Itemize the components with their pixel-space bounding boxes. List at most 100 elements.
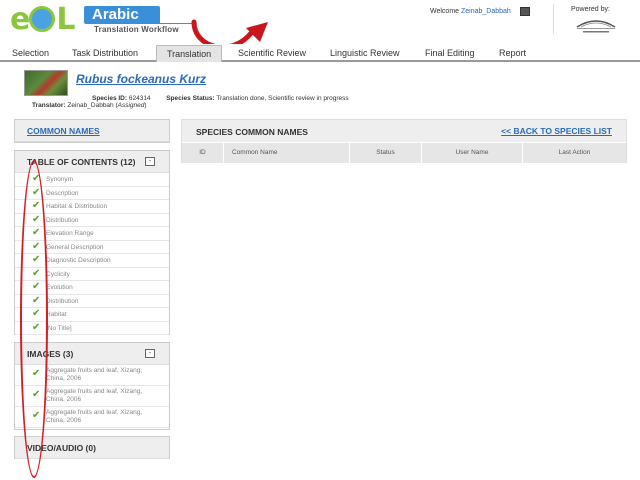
image-caption-line1: Aggregate fruits and leaf, Xizang, bbox=[46, 409, 143, 416]
toc-list: ✔ Synonym ✔ Description ✔ Habitat & Distribut… bbox=[15, 173, 169, 335]
collapse-icon[interactable]: - bbox=[145, 349, 155, 358]
toc-item-label: Cyclicity bbox=[46, 270, 70, 278]
back-to-species-link[interactable]: << BACK TO SPECIES LIST bbox=[501, 126, 612, 136]
image-caption-line1: Aggregate fruits and leaf, Xizang, bbox=[46, 367, 143, 374]
check-icon: ✔ bbox=[32, 321, 41, 333]
table-title: SPECIES COMMON NAMES bbox=[196, 127, 308, 137]
column-header-id[interactable]: ID bbox=[182, 143, 224, 163]
bibalex-logo-icon bbox=[576, 20, 616, 33]
tab-scientific-review[interactable]: Scientific Review bbox=[238, 48, 306, 58]
tab-translation[interactable]: Translation bbox=[156, 45, 223, 62]
toc-item[interactable]: ✔ Habitat bbox=[15, 308, 169, 322]
tab-task-distribution[interactable]: Task Distribution bbox=[72, 48, 138, 58]
toc-item-label: Elevation Range bbox=[46, 230, 94, 237]
welcome-text: Welcome Zeinab_Dabbah bbox=[430, 8, 511, 15]
toc-item-label: Evolution bbox=[46, 284, 73, 291]
logo-subtitle: Translation Workflow bbox=[94, 25, 179, 34]
species-id-label: Species ID: bbox=[92, 95, 128, 102]
toc-item[interactable]: ✔ Cyclicity bbox=[15, 268, 169, 281]
collapse-icon[interactable]: - bbox=[145, 157, 155, 166]
images-panel: IMAGES (3) - ✔ Aggregate fruits and leaf,… bbox=[14, 342, 170, 430]
toc-item[interactable]: ✔ Synonym bbox=[15, 173, 169, 187]
check-icon: ✔ bbox=[32, 173, 41, 184]
check-icon: ✔ bbox=[32, 186, 41, 198]
tab-selection[interactable]: Selection bbox=[12, 48, 49, 58]
images-header: IMAGES (3) - bbox=[15, 343, 169, 365]
toc-header: TABLE OF CONTENTS (12) - bbox=[15, 151, 169, 173]
toc-item[interactable]: ✔ Diagnostic Description bbox=[15, 254, 169, 268]
logo-arabic-label: Arabic bbox=[84, 6, 160, 24]
images-list: ✔ Aggregate fruits and leaf, Xizang, China… bbox=[15, 365, 169, 428]
species-title-link[interactable]: Rubus fockeanus Kurz bbox=[76, 72, 206, 86]
check-icon: ✔ bbox=[32, 227, 41, 238]
check-icon: ✔ bbox=[32, 200, 41, 211]
check-icon: ✔ bbox=[32, 254, 41, 265]
toc-item-label: Habitat & Distribution bbox=[46, 203, 108, 210]
toc-item-label: Habitat bbox=[46, 311, 67, 318]
toc-panel: TABLE OF CONTENTS (12) - ✔ Synonym ✔ Descri… bbox=[14, 150, 170, 335]
species-status-value: Translation done, Scientific review in p… bbox=[216, 95, 349, 102]
image-item[interactable]: ✔ Aggregate fruits and leaf, Xizang, China… bbox=[15, 365, 169, 386]
images-title: IMAGES (3) bbox=[27, 349, 74, 359]
header-divider bbox=[553, 4, 554, 34]
video-header: VIDEO/AUDIO (0) bbox=[15, 437, 169, 459]
translator-state: Assigned bbox=[117, 102, 145, 109]
table-columns: ID Common Name Status User Name Last Act… bbox=[182, 143, 626, 163]
toc-item[interactable]: ✔ Description bbox=[15, 186, 169, 200]
eol-logo[interactable]: eL Arabic Translation Workflow bbox=[10, 2, 200, 38]
column-header-last-action[interactable]: Last Action bbox=[523, 143, 626, 163]
toc-item-label: Distribution bbox=[46, 297, 79, 305]
image-caption-line2: China, 2006 bbox=[46, 375, 82, 382]
common-names-panel: COMMON NAMES bbox=[14, 119, 170, 143]
translator-label: Translator: bbox=[32, 102, 66, 109]
video-panel: VIDEO/AUDIO (0) bbox=[14, 436, 170, 459]
table-header-bar: SPECIES COMMON NAMES << BACK TO SPECIES … bbox=[182, 120, 626, 142]
toc-item[interactable]: ✔ General Description bbox=[15, 240, 169, 254]
common-names-header: COMMON NAMES bbox=[15, 120, 169, 142]
column-header-common-name[interactable]: Common Name bbox=[224, 143, 350, 163]
image-item[interactable]: ✔ Aggregate fruits and leaf, Xizang, China… bbox=[15, 386, 169, 407]
toc-item-label: Distribution bbox=[46, 216, 79, 224]
check-icon: ✔ bbox=[32, 368, 41, 379]
tab-report[interactable]: Report bbox=[499, 48, 526, 58]
check-icon: ✔ bbox=[32, 410, 41, 421]
check-icon: ✔ bbox=[32, 213, 41, 225]
toc-item-label: Synonym bbox=[46, 176, 74, 183]
toc-item[interactable]: ✔ Habitat & Distribution bbox=[15, 200, 169, 214]
toc-item[interactable]: ✔ Distribution bbox=[15, 294, 169, 308]
toc-item-label: [No Title] bbox=[46, 324, 72, 332]
toc-item-label: General Description bbox=[46, 243, 104, 251]
common-names-link[interactable]: COMMON NAMES bbox=[27, 126, 100, 136]
welcome-user-link[interactable]: Zeinab_Dabbah bbox=[461, 8, 511, 15]
column-header-status[interactable]: Status bbox=[350, 143, 422, 163]
check-icon: ✔ bbox=[32, 240, 41, 252]
globe-icon bbox=[29, 6, 56, 32]
workflow-nav: Selection Task Distribution Translation … bbox=[0, 44, 640, 62]
image-caption-line2: China, 2006 bbox=[46, 417, 82, 424]
toc-item-label: Diagnostic Description bbox=[46, 257, 111, 264]
toc-item[interactable]: ✔ [No Title] bbox=[15, 321, 169, 335]
translator-line: Translator: Zeinab_Dabbah (Assigned) bbox=[32, 102, 147, 109]
logout-icon[interactable] bbox=[520, 7, 530, 16]
species-status-label: Species Status: bbox=[166, 95, 215, 102]
image-caption-line1: Aggregate fruits and leaf, Xizang, bbox=[46, 388, 143, 395]
video-title[interactable]: VIDEO/AUDIO (0) bbox=[27, 443, 96, 453]
powered-by-label: Powered by: bbox=[571, 6, 610, 13]
toc-item-label: Description bbox=[46, 189, 79, 197]
toc-item[interactable]: ✔ Elevation Range bbox=[15, 227, 169, 241]
tab-linguistic-review[interactable]: Linguistic Review bbox=[330, 48, 400, 58]
toc-item[interactable]: ✔ Evolution bbox=[15, 281, 169, 295]
species-id-value: 624314 bbox=[128, 95, 151, 102]
tab-final-editing[interactable]: Final Editing bbox=[425, 48, 475, 58]
column-header-user-name[interactable]: User Name bbox=[422, 143, 523, 163]
translator-name: Zeinab_Dabbah bbox=[67, 102, 114, 109]
species-thumbnail[interactable] bbox=[24, 70, 68, 96]
toc-item[interactable]: ✔ Distribution bbox=[15, 213, 169, 227]
check-icon: ✔ bbox=[32, 389, 41, 400]
species-meta: Species ID: 624314 Species Status: Trans… bbox=[92, 95, 349, 102]
app-header: eL Arabic Translation Workflow Welcome Z… bbox=[0, 0, 640, 44]
image-item[interactable]: ✔ Aggregate fruits and leaf, Xizang, China… bbox=[15, 407, 169, 428]
common-names-table: SPECIES COMMON NAMES << BACK TO SPECIES … bbox=[181, 119, 627, 163]
check-icon: ✔ bbox=[32, 294, 41, 306]
check-icon: ✔ bbox=[32, 281, 41, 292]
